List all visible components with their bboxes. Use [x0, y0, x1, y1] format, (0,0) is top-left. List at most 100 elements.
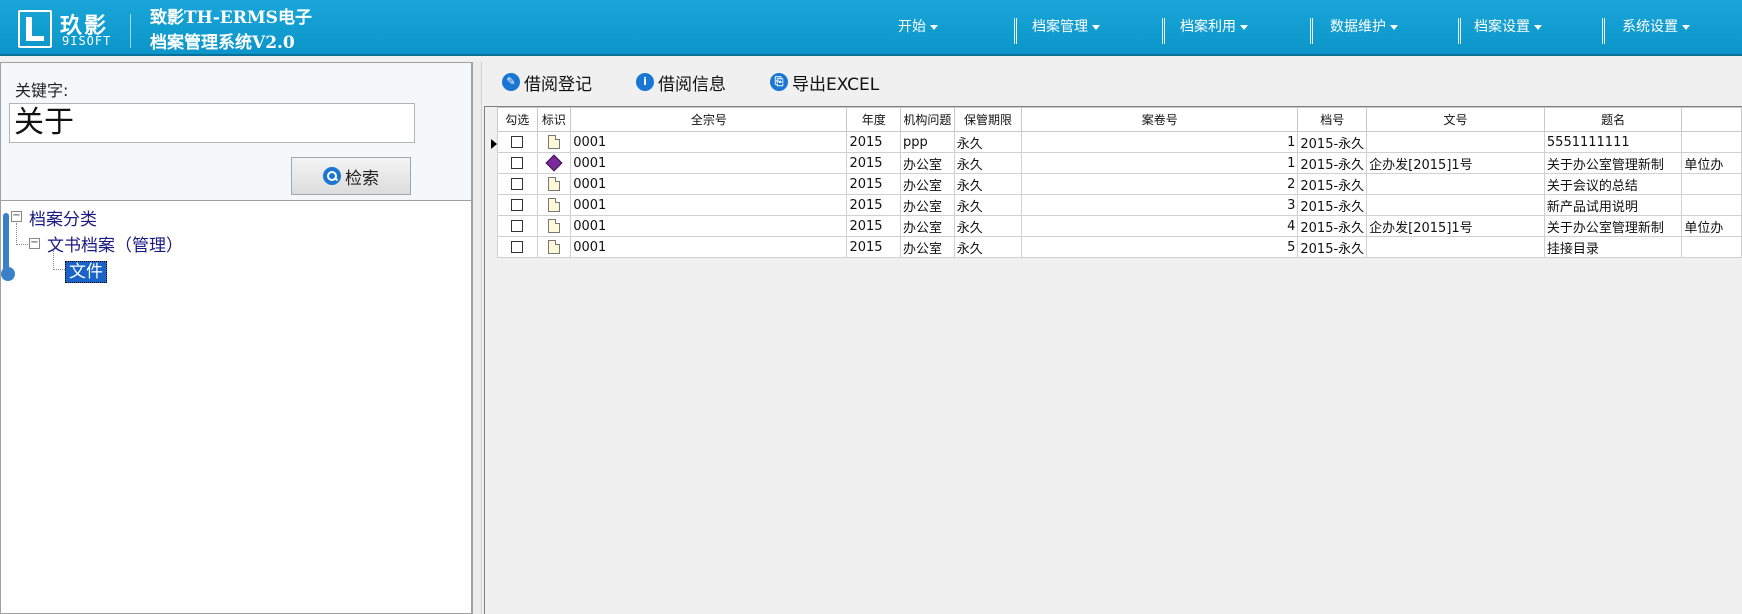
- tree-scroll-knob[interactable]: [1, 267, 15, 281]
- cell-jg[interactable]: 办公室: [899, 152, 955, 174]
- tree-node-document-archive[interactable]: 文书档案（管理）: [47, 231, 183, 256]
- cell-qzh[interactable]: 0001: [570, 173, 848, 195]
- cell-dh[interactable]: 2015-永久: [1297, 173, 1368, 195]
- table-row[interactable]: 0001 2015 办公室 永久 3 2015-永久 新产品试用说明: [497, 194, 1742, 216]
- row-checkbox[interactable]: [511, 220, 524, 232]
- cell-jg[interactable]: 办公室: [899, 194, 955, 216]
- cell-tm[interactable]: 挂接目录: [1543, 236, 1683, 258]
- collapse-icon[interactable]: −: [29, 238, 40, 249]
- tree-scroll-handle[interactable]: [3, 213, 9, 273]
- column-header[interactable]: 题名: [1543, 107, 1683, 132]
- cell-nd[interactable]: 2015: [846, 131, 901, 153]
- cell-tm[interactable]: 关于办公室管理新制: [1543, 152, 1683, 174]
- cell-jg[interactable]: ppp: [899, 131, 955, 153]
- export-excel-button[interactable]: ⎘ 导出EXCEL: [758, 70, 879, 95]
- tree-node-root[interactable]: 档案分类: [29, 205, 97, 230]
- table-row[interactable]: 0001 2015 办公室 永久 4 2015-永久 企办发[2015]1号 关于办公室管理新…: [497, 215, 1742, 237]
- table-row[interactable]: 0001 2015 ppp 永久 1 2015-永久 5551111111: [497, 131, 1742, 153]
- cell-wh[interactable]: 企办发[2015]1号: [1366, 215, 1545, 237]
- cell-bg[interactable]: 永久: [953, 173, 1023, 195]
- cell-nd[interactable]: 2015: [846, 215, 901, 237]
- cell-ajh[interactable]: 1: [1021, 131, 1299, 153]
- column-header[interactable]: 保管期限: [953, 107, 1023, 132]
- cell-ajh[interactable]: 3: [1021, 194, 1299, 216]
- cell-bg[interactable]: 永久: [953, 152, 1023, 174]
- cell-nd[interactable]: 2015: [846, 194, 901, 216]
- cell-wh[interactable]: [1366, 194, 1545, 216]
- nav-archive-usage[interactable]: 档案利用: [1180, 16, 1248, 36]
- cell-wh[interactable]: [1366, 173, 1545, 195]
- cell-wh[interactable]: 企办发[2015]1号: [1366, 152, 1545, 174]
- cell-dh[interactable]: 2015-永久: [1297, 194, 1368, 216]
- cell-wh[interactable]: [1366, 131, 1545, 153]
- cell-jg[interactable]: 办公室: [899, 215, 955, 237]
- nav-data-maintenance[interactable]: 数据维护: [1330, 16, 1398, 36]
- row-checkbox-cell[interactable]: [497, 194, 538, 216]
- table-row[interactable]: 0001 2015 办公室 永久 1 2015-永久 企办发[2015]1号 关于办公室管理新…: [497, 152, 1742, 174]
- column-header[interactable]: 勾选: [497, 107, 538, 132]
- column-header[interactable]: 文号: [1366, 107, 1545, 132]
- column-header[interactable]: 年度: [846, 107, 901, 132]
- cell-dh[interactable]: 2015-永久: [1297, 131, 1368, 153]
- cell-ajh[interactable]: 4: [1021, 215, 1299, 237]
- nav-archive-management[interactable]: 档案管理: [1032, 16, 1100, 36]
- cell-tm[interactable]: 新产品试用说明: [1543, 194, 1683, 216]
- panel-splitter[interactable]: [472, 62, 482, 614]
- keyword-input[interactable]: 关于: [9, 103, 415, 143]
- cell-nd[interactable]: 2015: [846, 173, 901, 195]
- cell-bg[interactable]: 永久: [953, 131, 1023, 153]
- row-checkbox-cell[interactable]: [497, 236, 538, 258]
- borrow-register-button[interactable]: ✎ 借阅登记: [490, 70, 592, 95]
- search-button[interactable]: 检索: [291, 157, 411, 195]
- borrow-info-button[interactable]: i 借阅信息: [624, 70, 726, 95]
- column-header[interactable]: 机构问题: [899, 107, 955, 132]
- row-checkbox[interactable]: [511, 199, 524, 211]
- cell-dh[interactable]: 2015-永久: [1297, 152, 1368, 174]
- cell-bg[interactable]: 永久: [953, 215, 1023, 237]
- cell-qzh[interactable]: 0001: [570, 236, 848, 258]
- cell-extra[interactable]: [1681, 236, 1742, 258]
- row-checkbox[interactable]: [511, 241, 524, 253]
- cell-qzh[interactable]: 0001: [570, 131, 848, 153]
- column-header[interactable]: 标识: [536, 107, 572, 132]
- cell-wh[interactable]: [1366, 236, 1545, 258]
- column-header[interactable]: 档号: [1297, 107, 1368, 132]
- cell-dh[interactable]: 2015-永久: [1297, 215, 1368, 237]
- cell-extra[interactable]: [1681, 194, 1742, 216]
- cell-nd[interactable]: 2015: [846, 236, 901, 258]
- collapse-icon[interactable]: −: [11, 211, 22, 222]
- cell-tm[interactable]: 关于会议的总结: [1543, 173, 1683, 195]
- row-checkbox[interactable]: [511, 178, 524, 190]
- nav-start[interactable]: 开始: [898, 16, 938, 36]
- table-row[interactable]: 0001 2015 办公室 永久 2 2015-永久 关于会议的总结: [497, 173, 1742, 195]
- nav-system-settings[interactable]: 系统设置: [1622, 16, 1690, 36]
- tree-node-file[interactable]: 文件: [65, 257, 107, 283]
- row-checkbox-cell[interactable]: [497, 152, 538, 174]
- cell-jg[interactable]: 办公室: [899, 173, 955, 195]
- nav-archive-settings[interactable]: 档案设置: [1474, 16, 1542, 36]
- cell-ajh[interactable]: 2: [1021, 173, 1299, 195]
- cell-tm[interactable]: 5551111111: [1543, 131, 1683, 153]
- cell-dh[interactable]: 2015-永久: [1297, 236, 1368, 258]
- cell-extra[interactable]: 单位办: [1681, 215, 1742, 237]
- cell-bg[interactable]: 永久: [953, 194, 1023, 216]
- cell-qzh[interactable]: 0001: [570, 152, 848, 174]
- cell-ajh[interactable]: 1: [1021, 152, 1299, 174]
- cell-jg[interactable]: 办公室: [899, 236, 955, 258]
- cell-bg[interactable]: 永久: [953, 236, 1023, 258]
- table-row[interactable]: 0001 2015 办公室 永久 5 2015-永久 挂接目录: [497, 236, 1742, 258]
- row-checkbox[interactable]: [511, 157, 524, 169]
- row-checkbox-cell[interactable]: [497, 131, 538, 153]
- row-checkbox-cell[interactable]: [497, 173, 538, 195]
- column-header[interactable]: 案卷号: [1021, 107, 1299, 132]
- cell-extra[interactable]: 单位办: [1681, 152, 1742, 174]
- cell-extra[interactable]: [1681, 173, 1742, 195]
- cell-ajh[interactable]: 5: [1021, 236, 1299, 258]
- row-checkbox[interactable]: [511, 136, 524, 148]
- cell-extra[interactable]: [1681, 131, 1742, 153]
- cell-tm[interactable]: 关于办公室管理新制: [1543, 215, 1683, 237]
- cell-nd[interactable]: 2015: [846, 152, 901, 174]
- cell-qzh[interactable]: 0001: [570, 194, 848, 216]
- column-header[interactable]: 全宗号: [570, 107, 848, 132]
- row-checkbox-cell[interactable]: [497, 215, 538, 237]
